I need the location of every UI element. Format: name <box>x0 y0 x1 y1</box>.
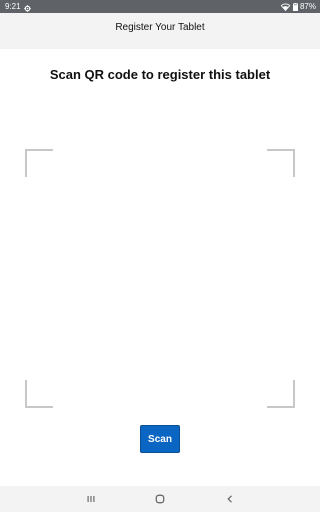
home-icon[interactable] <box>154 493 166 505</box>
scan-button[interactable]: Scan <box>140 425 180 453</box>
viewfinder-corner-bottom-right <box>267 380 295 408</box>
status-indicators: 87% <box>280 0 316 13</box>
viewfinder-corner-top-right <box>267 149 295 177</box>
page-title: Register Your Tablet <box>115 22 205 33</box>
battery-icon <box>292 2 298 11</box>
status-time: 9:21 <box>5 2 21 11</box>
battery-percent: 87% <box>299 2 316 11</box>
settings-gear-icon <box>24 3 31 12</box>
scan-instruction-heading: Scan QR code to register this tablet <box>49 67 271 82</box>
viewfinder-corner-bottom-left <box>25 380 53 408</box>
system-nav-bar <box>0 486 320 512</box>
recents-icon[interactable] <box>85 493 97 505</box>
qr-scanner-viewfinder <box>25 149 295 408</box>
back-icon[interactable] <box>224 493 236 505</box>
wifi-icon <box>280 3 290 11</box>
viewfinder-corner-top-left <box>25 149 53 177</box>
status-bar: 9:21 87% <box>0 0 320 13</box>
